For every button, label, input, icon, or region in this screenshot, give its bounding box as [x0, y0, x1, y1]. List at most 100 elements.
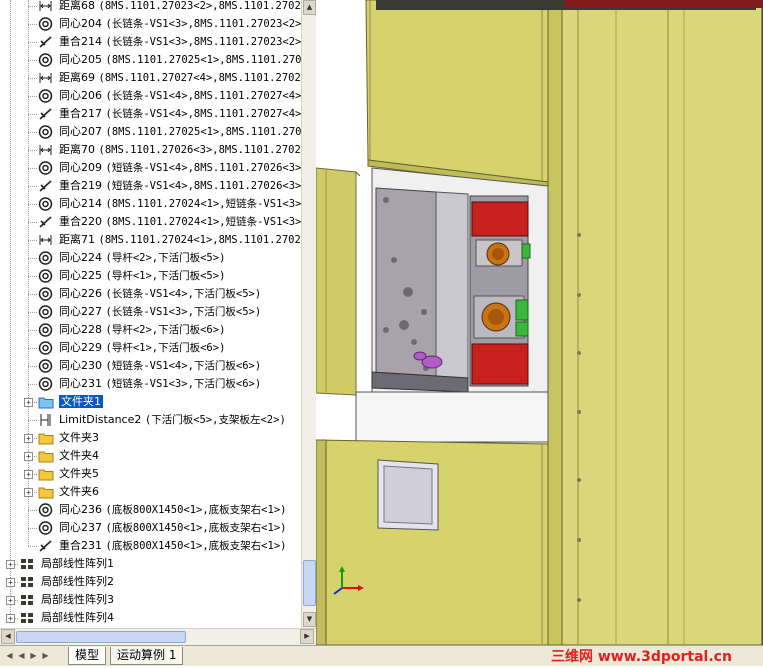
- first-tab-icon[interactable]: ◀: [4, 649, 15, 662]
- tree-mate-item[interactable]: 距离68 (8MS.1101.27023<2>,8MS.1101.27022: [0, 0, 301, 15]
- tree-mate-item[interactable]: 同心228 (导杆<2>,下活门板<6>): [0, 321, 301, 339]
- expand-toggle-icon[interactable]: +: [24, 488, 33, 497]
- tab-motion-study[interactable]: 运动算例 1: [110, 647, 184, 665]
- tree-item-name: 文件夹1: [59, 395, 103, 408]
- tree-mate-item[interactable]: 同心205 (8MS.1101.27025<1>,8MS.1101.2702: [0, 51, 301, 69]
- tree-item-label: 同心237 (底板800X1450<1>,底板支架右<1>): [59, 519, 286, 537]
- folder-icon: [38, 431, 54, 445]
- tree-connector-line: [28, 330, 37, 331]
- expand-toggle-icon[interactable]: +: [6, 614, 15, 623]
- tree-item-references: (底板800X1450<1>,底板支架右<1>): [105, 522, 287, 534]
- tree-item-label: 文件夹3: [59, 429, 99, 447]
- tree-mate-item[interactable]: 距离70 (8MS.1101.27026<3>,8MS.1101.27027: [0, 141, 301, 159]
- distance-icon: [38, 143, 53, 157]
- tree-mate-item[interactable]: 重合219 (短链条-VS1<4>,8MS.1101.27026<3>: [0, 177, 301, 195]
- expand-toggle-icon[interactable]: +: [6, 560, 15, 569]
- tree-connector-line: [28, 240, 37, 241]
- tree-item-references: (下活门板<5>,支架板左<2>): [144, 414, 286, 426]
- last-tab-icon[interactable]: ▶: [40, 649, 51, 662]
- tree-vertical-scrollbar[interactable]: ▲ ▼: [301, 0, 317, 628]
- tree-mate-item[interactable]: 同心206 (长链条-VS1<4>,8MS.1101.27027<4>: [0, 87, 301, 105]
- next-tab-icon[interactable]: ▶: [28, 649, 39, 662]
- linear-pattern-icon: [20, 557, 35, 571]
- expand-toggle-icon[interactable]: +: [6, 578, 15, 587]
- concentric-icon: [38, 17, 53, 31]
- coincident-icon: [38, 107, 53, 121]
- tree-item-name: 文件夹5: [59, 467, 99, 480]
- scroll-up-button[interactable]: ▲: [303, 0, 316, 15]
- tree-item-references: (8MS.1101.27025<1>,8MS.1101.2702: [105, 126, 302, 138]
- tree-mate-item[interactable]: 同心227 (长链条-VS1<3>,下活门板<5>): [0, 303, 301, 321]
- tab-model[interactable]: 模型: [68, 647, 107, 665]
- tree-folder-item[interactable]: + 文件夹5: [0, 465, 301, 483]
- tree-mate-item[interactable]: + 局部线性阵列3: [0, 591, 301, 609]
- prev-tab-icon[interactable]: ◀: [16, 649, 27, 662]
- tree-mate-item[interactable]: 同心207 (8MS.1101.27025<1>,8MS.1101.2702: [0, 123, 301, 141]
- tree-mate-item[interactable]: 同心231 (短链条-VS1<3>,下活门板<6>): [0, 375, 301, 393]
- folder-open-icon: [38, 395, 54, 409]
- tree-item-name: 距离71: [59, 233, 95, 246]
- tree-folder-item[interactable]: + 文件夹1: [0, 393, 301, 411]
- expand-toggle-icon[interactable]: +: [6, 596, 15, 605]
- tree-item-name: 距离70: [59, 143, 95, 156]
- tree-connector-line: [28, 96, 37, 97]
- tree-mate-item[interactable]: 距离71 (8MS.1101.27024<1>,8MS.1101.27022: [0, 231, 301, 249]
- tree-folder-item[interactable]: + 文件夹3: [0, 429, 301, 447]
- tree-item-label: 同心204 (长链条-VS1<3>,8MS.1101.27023<2>: [59, 15, 301, 33]
- vertical-scroll-thumb[interactable]: [303, 560, 316, 606]
- concentric-icon: [38, 125, 53, 139]
- tree-connector-line: [28, 168, 37, 169]
- tree-mate-item[interactable]: 同心225 (导杆<1>,下活门板<5>): [0, 267, 301, 285]
- tree-item-name: 同心237: [59, 521, 102, 534]
- tree-mate-item[interactable]: 重合217 (长链条-VS1<4>,8MS.1101.27027<4>: [0, 105, 301, 123]
- expand-toggle-icon[interactable]: +: [24, 398, 33, 407]
- tree-mate-item[interactable]: 重合214 (长链条-VS1<3>,8MS.1101.27023<2>: [0, 33, 301, 51]
- folder-icon: [38, 467, 54, 481]
- tree-item-label: 同心231 (短链条-VS1<3>,下活门板<6>): [59, 375, 261, 393]
- upper-red-block: [471, 201, 529, 237]
- tree-item-name: 局部线性阵列3: [41, 593, 114, 606]
- graphics-viewport[interactable]: [316, 0, 763, 645]
- tree-item-label: 同心226 (长链条-VS1<4>,下活门板<5>): [59, 285, 261, 303]
- tree-item-name: 局部线性阵列1: [41, 557, 114, 570]
- coincident-icon: [38, 539, 53, 553]
- expand-toggle-icon[interactable]: +: [24, 452, 33, 461]
- tree-mate-item[interactable]: 同心209 (短链条-VS1<4>,8MS.1101.27026<3>: [0, 159, 301, 177]
- tree-mate-item[interactable]: 同心214 (8MS.1101.27024<1>,短链条-VS1<3>: [0, 195, 301, 213]
- tree-item-label: 同心230 (短链条-VS1<4>,下活门板<6>): [59, 357, 261, 375]
- tree-item-name: 局部线性阵列2: [41, 575, 114, 588]
- scroll-right-button[interactable]: ▶: [300, 629, 314, 644]
- tree-horizontal-scrollbar[interactable]: ◀ ▶: [0, 628, 316, 645]
- tree-item-label: 同心205 (8MS.1101.27025<1>,8MS.1101.2702: [59, 51, 301, 69]
- tree-mate-item[interactable]: 同心226 (长链条-VS1<4>,下活门板<5>): [0, 285, 301, 303]
- tree-mate-item[interactable]: 同心204 (长链条-VS1<3>,8MS.1101.27023<2>: [0, 15, 301, 33]
- tree-mate-item[interactable]: 重合231 (底板800X1450<1>,底板支架右<1>): [0, 537, 301, 555]
- concentric-icon: [38, 269, 53, 283]
- tree-item-label: 局部线性阵列1: [41, 555, 114, 573]
- expand-toggle-icon[interactable]: +: [24, 434, 33, 443]
- tree-mate-item[interactable]: 同心236 (底板800X1450<1>,底板支架右<1>): [0, 501, 301, 519]
- expand-toggle-icon[interactable]: +: [24, 470, 33, 479]
- tree-mate-item[interactable]: 重合220 (8MS.1101.27024<1>,短链条-VS1<3>: [0, 213, 301, 231]
- tree-mate-item[interactable]: 同心229 (导杆<1>,下活门板<6>): [0, 339, 301, 357]
- tree-mate-item[interactable]: 距离69 (8MS.1101.27027<4>,8MS.1101.27025: [0, 69, 301, 87]
- tree-mate-item[interactable]: + 局部线性阵列1: [0, 555, 301, 573]
- tree-item-references: (长链条-VS1<3>,8MS.1101.27023<2>: [105, 36, 302, 48]
- scroll-left-button[interactable]: ◀: [1, 629, 15, 644]
- horizontal-scroll-thumb[interactable]: [16, 631, 186, 643]
- cabinet-3d-model[interactable]: [316, 0, 763, 645]
- tree-item-name: 局部线性阵列4: [41, 611, 114, 624]
- tree-mate-item[interactable]: LimitDistance2 (下活门板<5>,支架板左<2>): [0, 411, 301, 429]
- tree-folder-item[interactable]: + 文件夹4: [0, 447, 301, 465]
- tree-mate-item[interactable]: + 局部线性阵列2: [0, 573, 301, 591]
- tree-mate-item[interactable]: 同心237 (底板800X1450<1>,底板支架右<1>): [0, 519, 301, 537]
- tree-folder-item[interactable]: + 文件夹6: [0, 483, 301, 501]
- tree-item-label: 距离71 (8MS.1101.27024<1>,8MS.1101.27022: [59, 231, 301, 249]
- scroll-down-button[interactable]: ▼: [303, 612, 316, 627]
- tree-item-references: (长链条-VS1<3>,下活门板<5>): [105, 306, 262, 318]
- tree-mate-item[interactable]: 同心224 (导杆<2>,下活门板<5>): [0, 249, 301, 267]
- tree-mate-item[interactable]: + 局部线性阵列4: [0, 609, 301, 627]
- tree-item-name: 同心230: [59, 359, 102, 372]
- tree-mate-item[interactable]: 同心230 (短链条-VS1<4>,下活门板<6>): [0, 357, 301, 375]
- tree-item-label: 重合220 (8MS.1101.27024<1>,短链条-VS1<3>: [59, 213, 301, 231]
